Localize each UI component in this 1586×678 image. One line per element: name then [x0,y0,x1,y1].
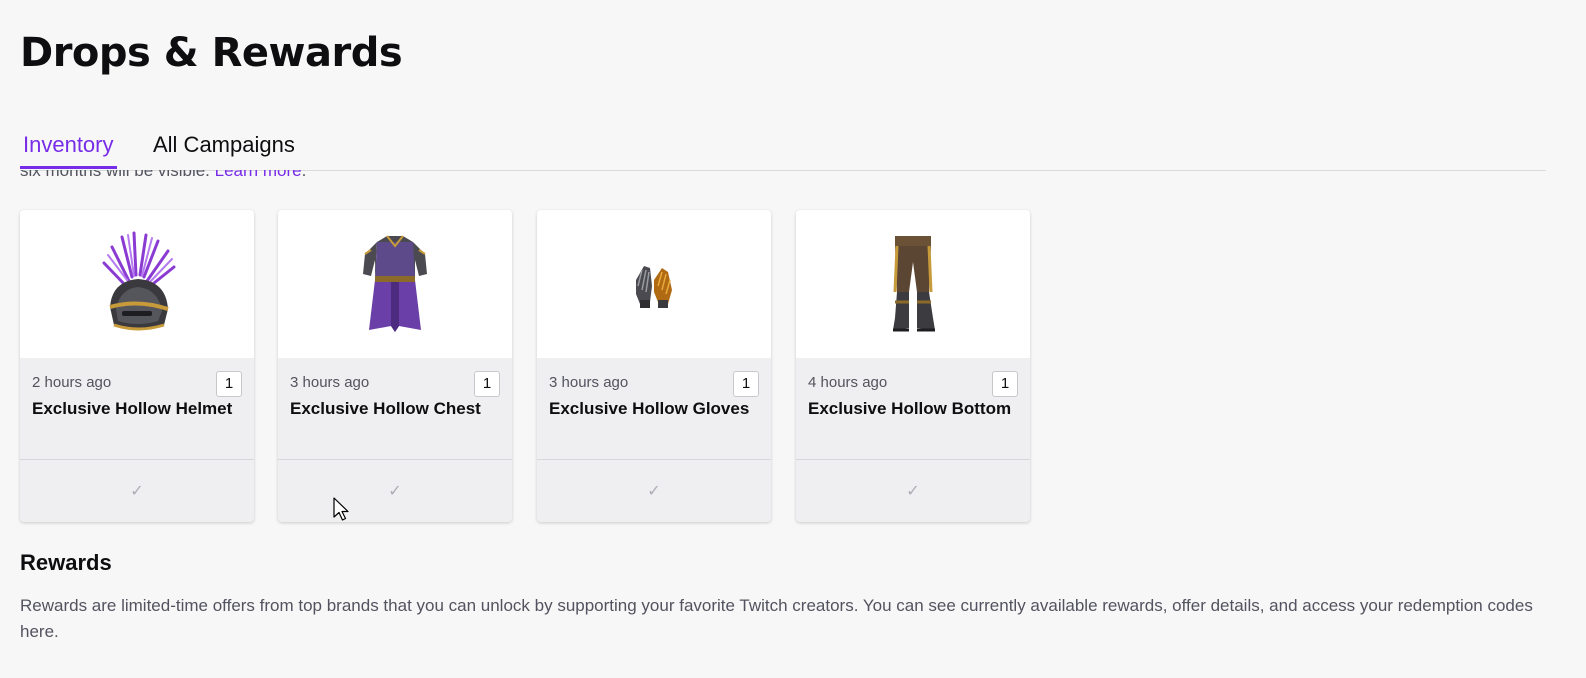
drop-name: Exclusive Hollow Chest [290,399,481,418]
helmet-image [20,210,254,358]
tab-all-campaigns[interactable]: All Campaigns [150,128,298,162]
check-icon: ✓ [647,483,661,500]
quantity-badge: 1 [474,371,500,397]
claimed-button[interactable]: ✓ [278,460,512,522]
inventory-notice-text: six months will be visible. [20,170,215,180]
drop-card: 4 hours ago 1 Exclusive Hollow Bottom ✓ [796,210,1030,522]
rewards-description: Rewards are limited-time offers from top… [20,596,1533,641]
mouse-cursor-icon [333,497,349,521]
gloves-image [537,210,771,358]
check-icon: ✓ [388,483,402,500]
rewards-heading: Rewards [20,550,112,575]
inventory-notice-period: . [301,170,307,180]
claimed-button[interactable]: ✓ [537,460,771,522]
quantity-badge: 1 [992,371,1018,397]
claimed-button[interactable]: ✓ [20,460,254,522]
drop-time: 4 hours ago [808,374,888,391]
quantity-badge: 1 [733,371,759,397]
drop-time: 2 hours ago [32,374,112,391]
tab-bar: Inventory All Campaigns [20,128,1546,171]
tab-inventory[interactable]: Inventory [20,128,117,169]
check-icon: ✓ [130,483,144,500]
claimed-button[interactable]: ✓ [796,460,1030,522]
learn-more-link[interactable]: Learn more [215,170,302,180]
check-icon: ✓ [906,483,920,500]
chest-armor-image [278,210,512,358]
drop-name: Exclusive Hollow Bottom [808,399,1012,418]
inventory-notice: six months will be visible. Learn more. [20,170,620,182]
page-title: Drops & Rewards [20,30,403,76]
drop-name: Exclusive Hollow Gloves [549,399,750,418]
drop-card: 3 hours ago 1 Exclusive Hollow Gloves ✓ [537,210,771,522]
quantity-badge: 1 [216,371,242,397]
drop-card: 3 hours ago 1 Exclusive Hollow Chest ✓ [278,210,512,522]
drop-time: 3 hours ago [549,374,629,391]
drop-time: 3 hours ago [290,374,370,391]
drop-name: Exclusive Hollow Helmet [32,399,233,418]
pants-image [796,210,1030,358]
drops-rewards-page: Drops & Rewards Inventory All Campaigns … [0,0,1586,678]
drop-card: 2 hours ago 1 Exclusive Hollow Helmet ✓ [20,210,254,522]
